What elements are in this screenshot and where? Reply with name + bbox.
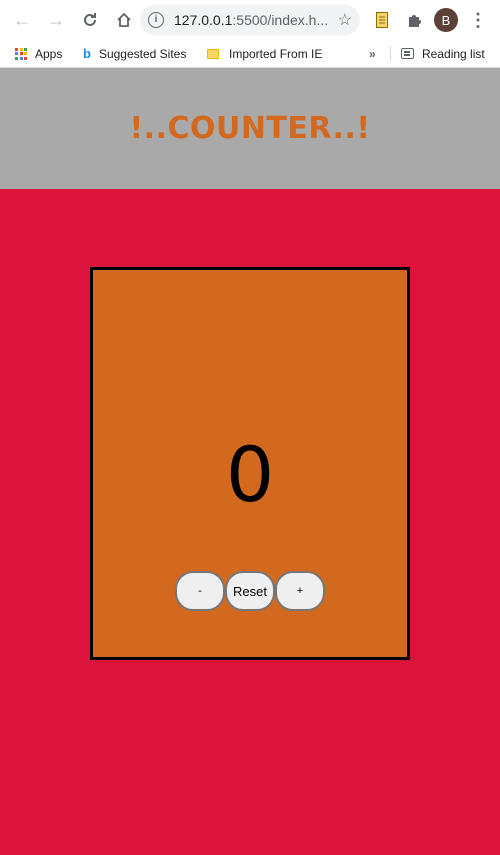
bookmarks-bar: Apps b Suggested Sites Imported From IE … — [0, 40, 500, 68]
notes-extension-icon[interactable] — [370, 8, 394, 32]
url-text: 127.0.0.1:5500/index.h... — [174, 12, 338, 28]
reload-icon[interactable] — [74, 4, 106, 36]
reading-list-icon — [401, 48, 414, 59]
reading-list-label: Reading list — [422, 46, 485, 61]
bookmark-imported-from-ie[interactable]: Imported From IE — [207, 40, 322, 67]
forward-arrow-icon[interactable]: → — [40, 4, 72, 36]
page-title: !..COUNTER..! — [129, 111, 371, 146]
reading-list-button[interactable]: Reading list — [401, 40, 485, 67]
counter-controls: - Reset + — [93, 571, 407, 611]
page-header: !..COUNTER..! — [0, 68, 500, 189]
browser-toolbar: ← → i 127.0.0.1:5500/index.h... ☆ B ⋮ — [0, 0, 500, 40]
menu-dots-icon[interactable]: ⋮ — [468, 8, 488, 32]
bookmark-star-icon[interactable]: ☆ — [338, 10, 352, 30]
bookmark-apps-label: Apps — [35, 46, 63, 61]
bookmark-apps[interactable]: Apps — [15, 40, 62, 67]
url-path: :5500/index.h... — [232, 12, 329, 28]
home-icon[interactable] — [108, 4, 140, 36]
bookmark-suggested-label: Suggested Sites — [98, 46, 187, 61]
bookmark-imported-label: Imported From IE — [229, 46, 323, 61]
site-info-icon[interactable]: i — [148, 12, 164, 28]
folder-icon — [207, 48, 219, 59]
bookmark-suggested-sites[interactable]: b Suggested Sites — [83, 40, 186, 67]
counter-card: 0 - Reset + — [90, 267, 410, 660]
apps-grid-icon — [15, 47, 27, 60]
bing-icon: b — [83, 46, 91, 61]
extensions-puzzle-icon[interactable] — [402, 8, 426, 32]
bookmarks-overflow-button[interactable]: » — [369, 40, 376, 67]
address-bar[interactable]: i 127.0.0.1:5500/index.h... ☆ — [140, 5, 360, 35]
url-host: 127.0.0.1 — [174, 12, 233, 28]
increment-button[interactable]: + — [275, 571, 325, 611]
decrement-button[interactable]: - — [175, 571, 225, 611]
counter-value: 0 — [225, 430, 275, 519]
reset-button[interactable]: Reset — [225, 571, 275, 611]
profile-avatar[interactable]: B — [434, 8, 458, 32]
bookmarks-divider — [390, 46, 391, 62]
back-arrow-icon[interactable]: ← — [6, 4, 38, 36]
